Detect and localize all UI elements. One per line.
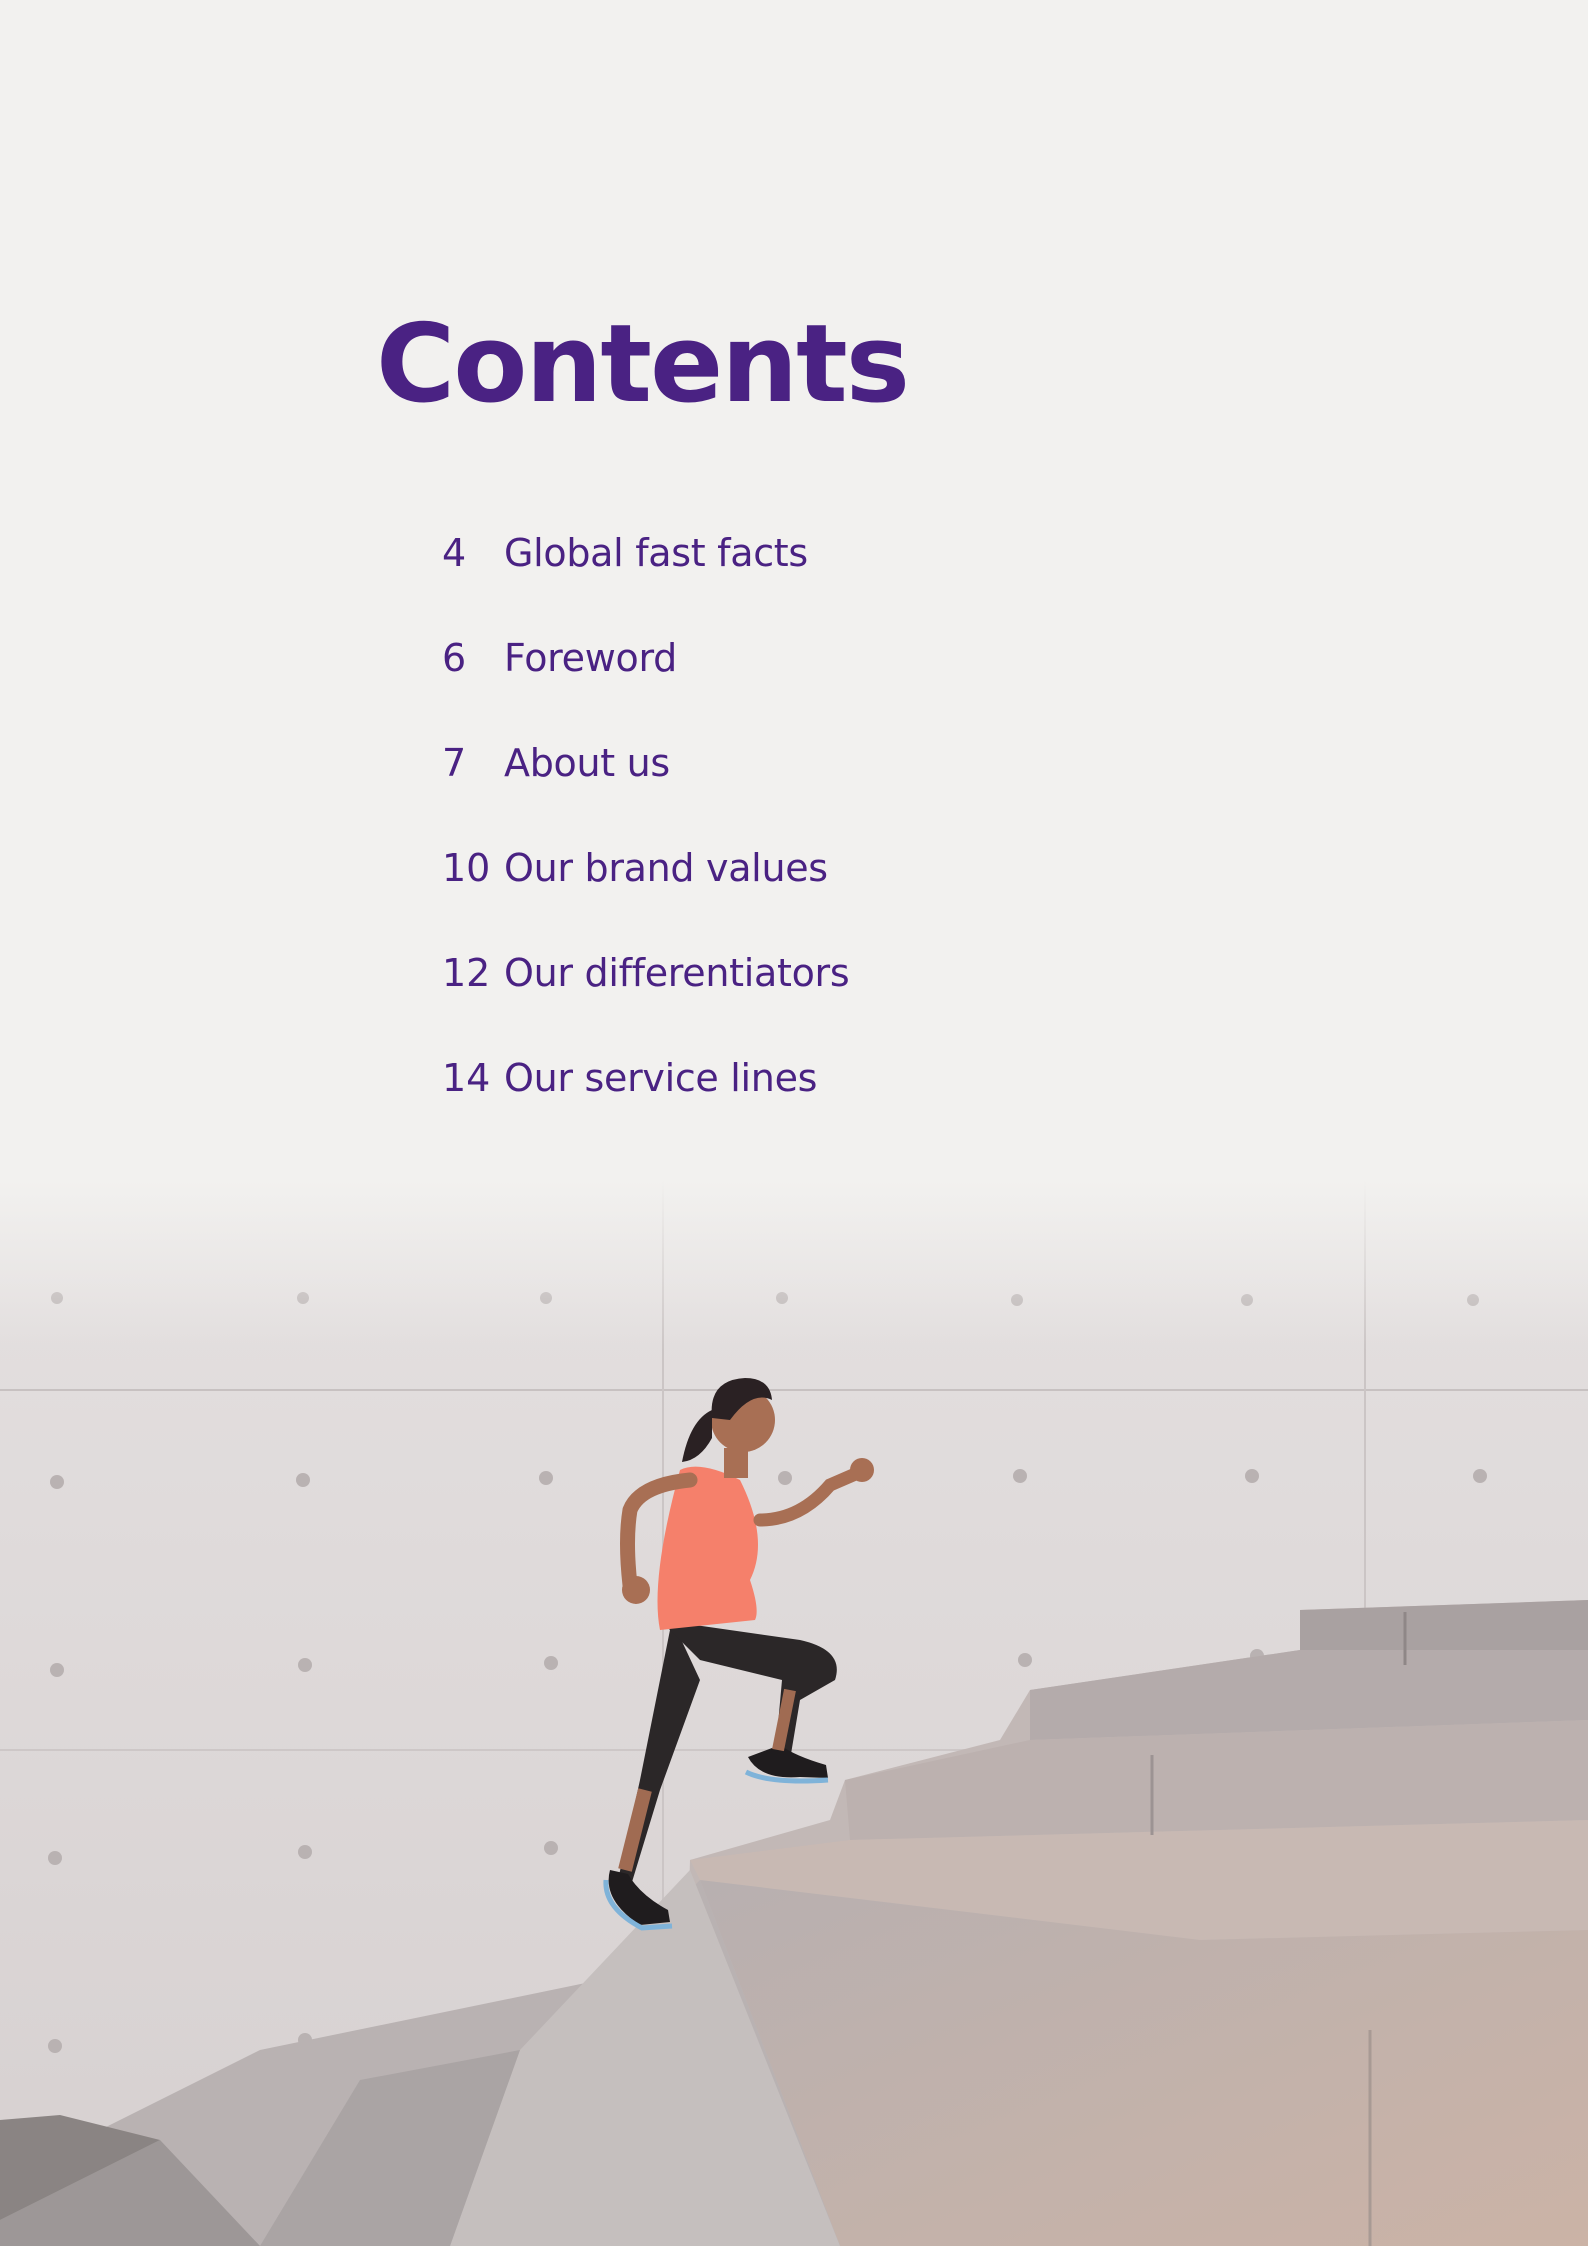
toc-label: Global fast facts xyxy=(504,530,808,575)
table-of-contents: 4 Global fast facts 6 Foreword 7 About u… xyxy=(442,500,850,1130)
toc-page-number: 6 xyxy=(442,635,467,680)
toc-item-global-fast-facts[interactable]: 4 Global fast facts xyxy=(442,500,849,605)
toc-label: About us xyxy=(504,740,670,785)
toc-label: Our service lines xyxy=(504,1055,818,1100)
contents-page: Contents 4 Global fast facts 6 Foreword … xyxy=(0,0,1588,2246)
toc-page-number: 14 xyxy=(442,1055,491,1100)
toc-item-foreword[interactable]: 6 Foreword xyxy=(442,605,849,710)
page-title: Contents xyxy=(376,302,910,427)
toc-label: Foreword xyxy=(504,635,677,680)
toc-page-number: 4 xyxy=(442,530,467,575)
hero-photo xyxy=(0,1180,1588,2246)
toc-item-service-lines[interactable]: 14 Our service lines xyxy=(442,1025,849,1130)
toc-item-about-us[interactable]: 7 About us xyxy=(442,710,849,815)
toc-item-brand-values[interactable]: 10 Our brand values xyxy=(442,815,849,920)
toc-label: Our brand values xyxy=(504,845,828,890)
toc-item-differentiators[interactable]: 12 Our differentiators xyxy=(442,920,850,1025)
toc-label: Our differentiators xyxy=(504,950,850,995)
toc-page-number: 10 xyxy=(442,845,491,890)
toc-page-number: 7 xyxy=(442,740,467,785)
toc-page-number: 12 xyxy=(442,950,491,995)
